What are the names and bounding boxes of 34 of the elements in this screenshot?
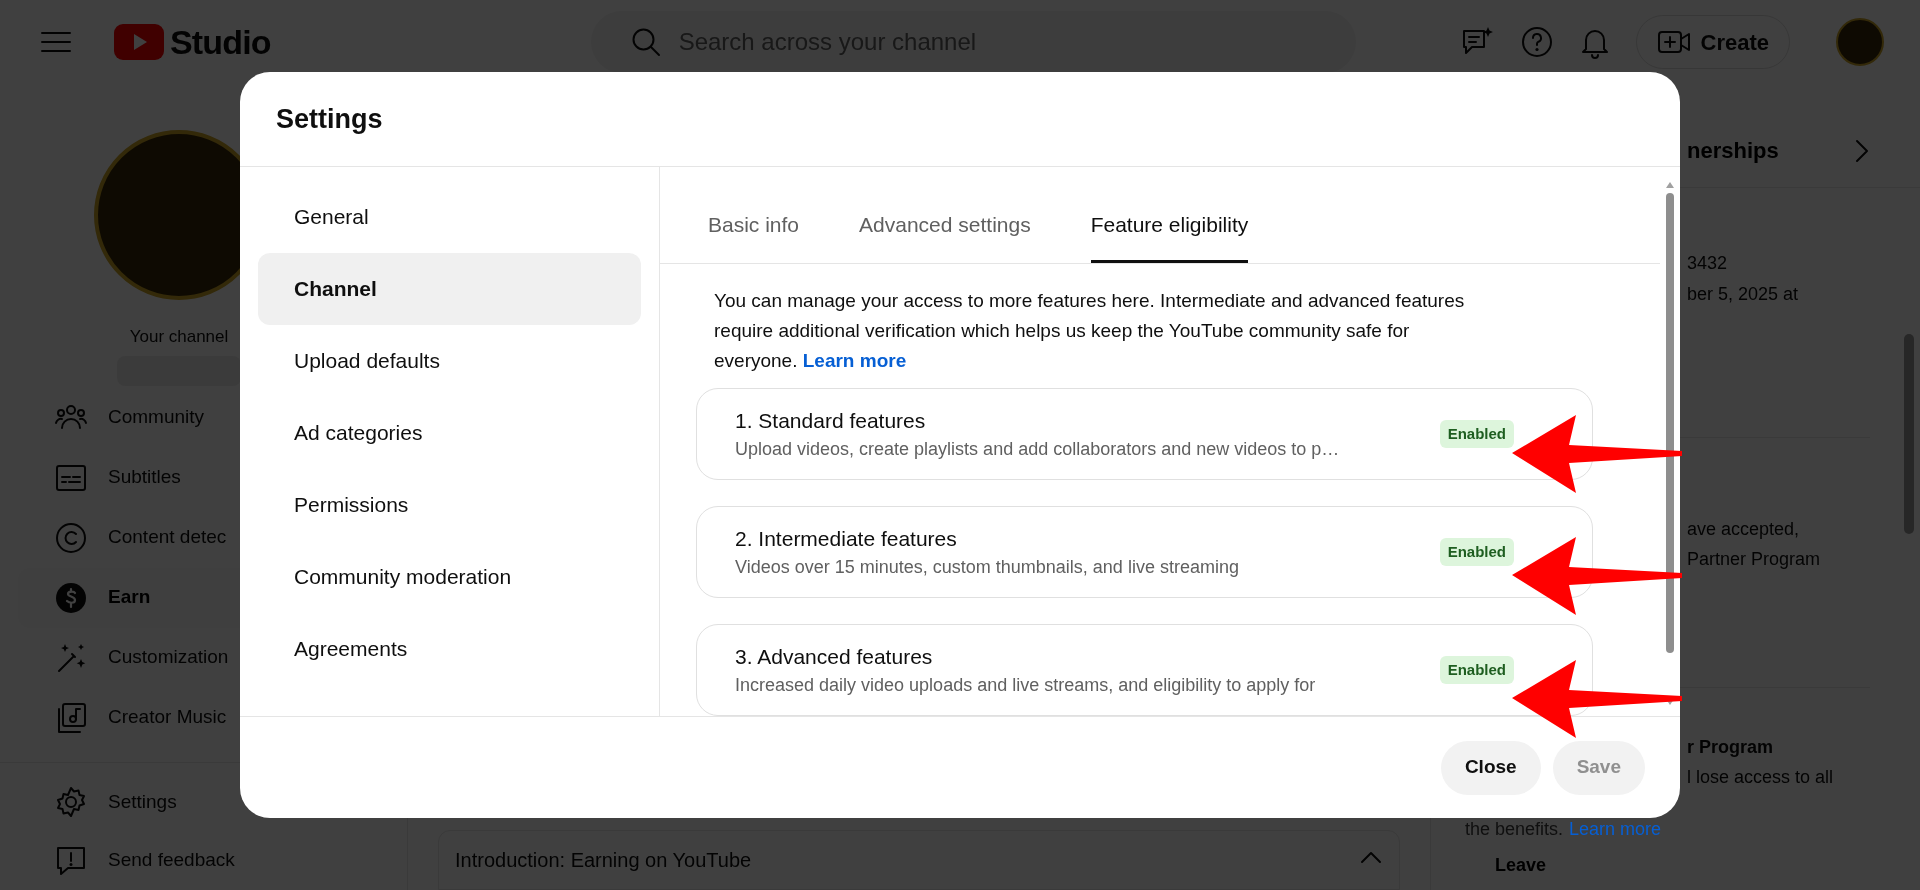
status-badge: Enabled xyxy=(1439,420,1514,448)
dialog-title: Settings xyxy=(276,102,383,136)
settings-nav-item[interactable]: Upload defaults xyxy=(258,325,641,397)
tab[interactable]: Advanced settings xyxy=(859,208,1031,263)
scrollbar-thumb[interactable] xyxy=(1666,193,1674,653)
info-text: 3432 xyxy=(1687,252,1729,275)
tab[interactable]: Feature eligibility xyxy=(1090,208,1249,263)
section-title: r Program xyxy=(1687,736,1775,759)
feature-description: Videos over 15 minutes, custom thumbnails, and live streaming xyxy=(735,556,1240,579)
settings-nav-item[interactable]: Community moderation xyxy=(258,541,641,613)
dialog-button: Save xyxy=(1552,740,1645,795)
feature-title: 3. Advanced features xyxy=(735,644,934,670)
learn-more-link[interactable]: Learn more xyxy=(802,350,907,371)
logo-text: Studio xyxy=(170,21,271,63)
settings-nav-item[interactable]: Ad categories xyxy=(258,397,641,469)
settings-nav-item[interactable]: Permissions xyxy=(258,469,641,541)
settings-nav-item[interactable]: Channel xyxy=(258,253,641,325)
section-title: Introduction: Earning on YouTube xyxy=(455,848,752,873)
channel-label: Your channel xyxy=(129,326,229,348)
status-badge: Enabled xyxy=(1439,656,1514,684)
info-text: ber 5, 2025 at xyxy=(1687,283,1800,306)
dialog-button[interactable]: Close xyxy=(1440,740,1541,795)
scroll-up-icon[interactable] xyxy=(1665,181,1675,189)
settings-nav-item[interactable]: Agreements xyxy=(258,613,641,685)
feature-title: 1. Standard features xyxy=(735,408,927,434)
info-text: ave accepted, xyxy=(1687,518,1801,541)
feature-description: Increased daily video uploads and live streams, and eligibility to apply for xyxy=(735,674,1317,697)
intro-text: You can manage your access to more features here. Intermediate and advanced features require additional verification which helps us keep the YouTube community safe for everyone. Learn more xyxy=(713,289,1466,373)
feature-title: 2. Intermediate features xyxy=(735,526,958,552)
feature-description: Upload videos, create playlists and add collaborators and new videos to p… xyxy=(735,438,1341,461)
tab[interactable]: Basic info xyxy=(708,208,800,263)
info-text: Partner Program xyxy=(1687,548,1822,571)
status-badge: Enabled xyxy=(1439,538,1514,566)
settings-nav-item[interactable]: General xyxy=(258,181,641,253)
